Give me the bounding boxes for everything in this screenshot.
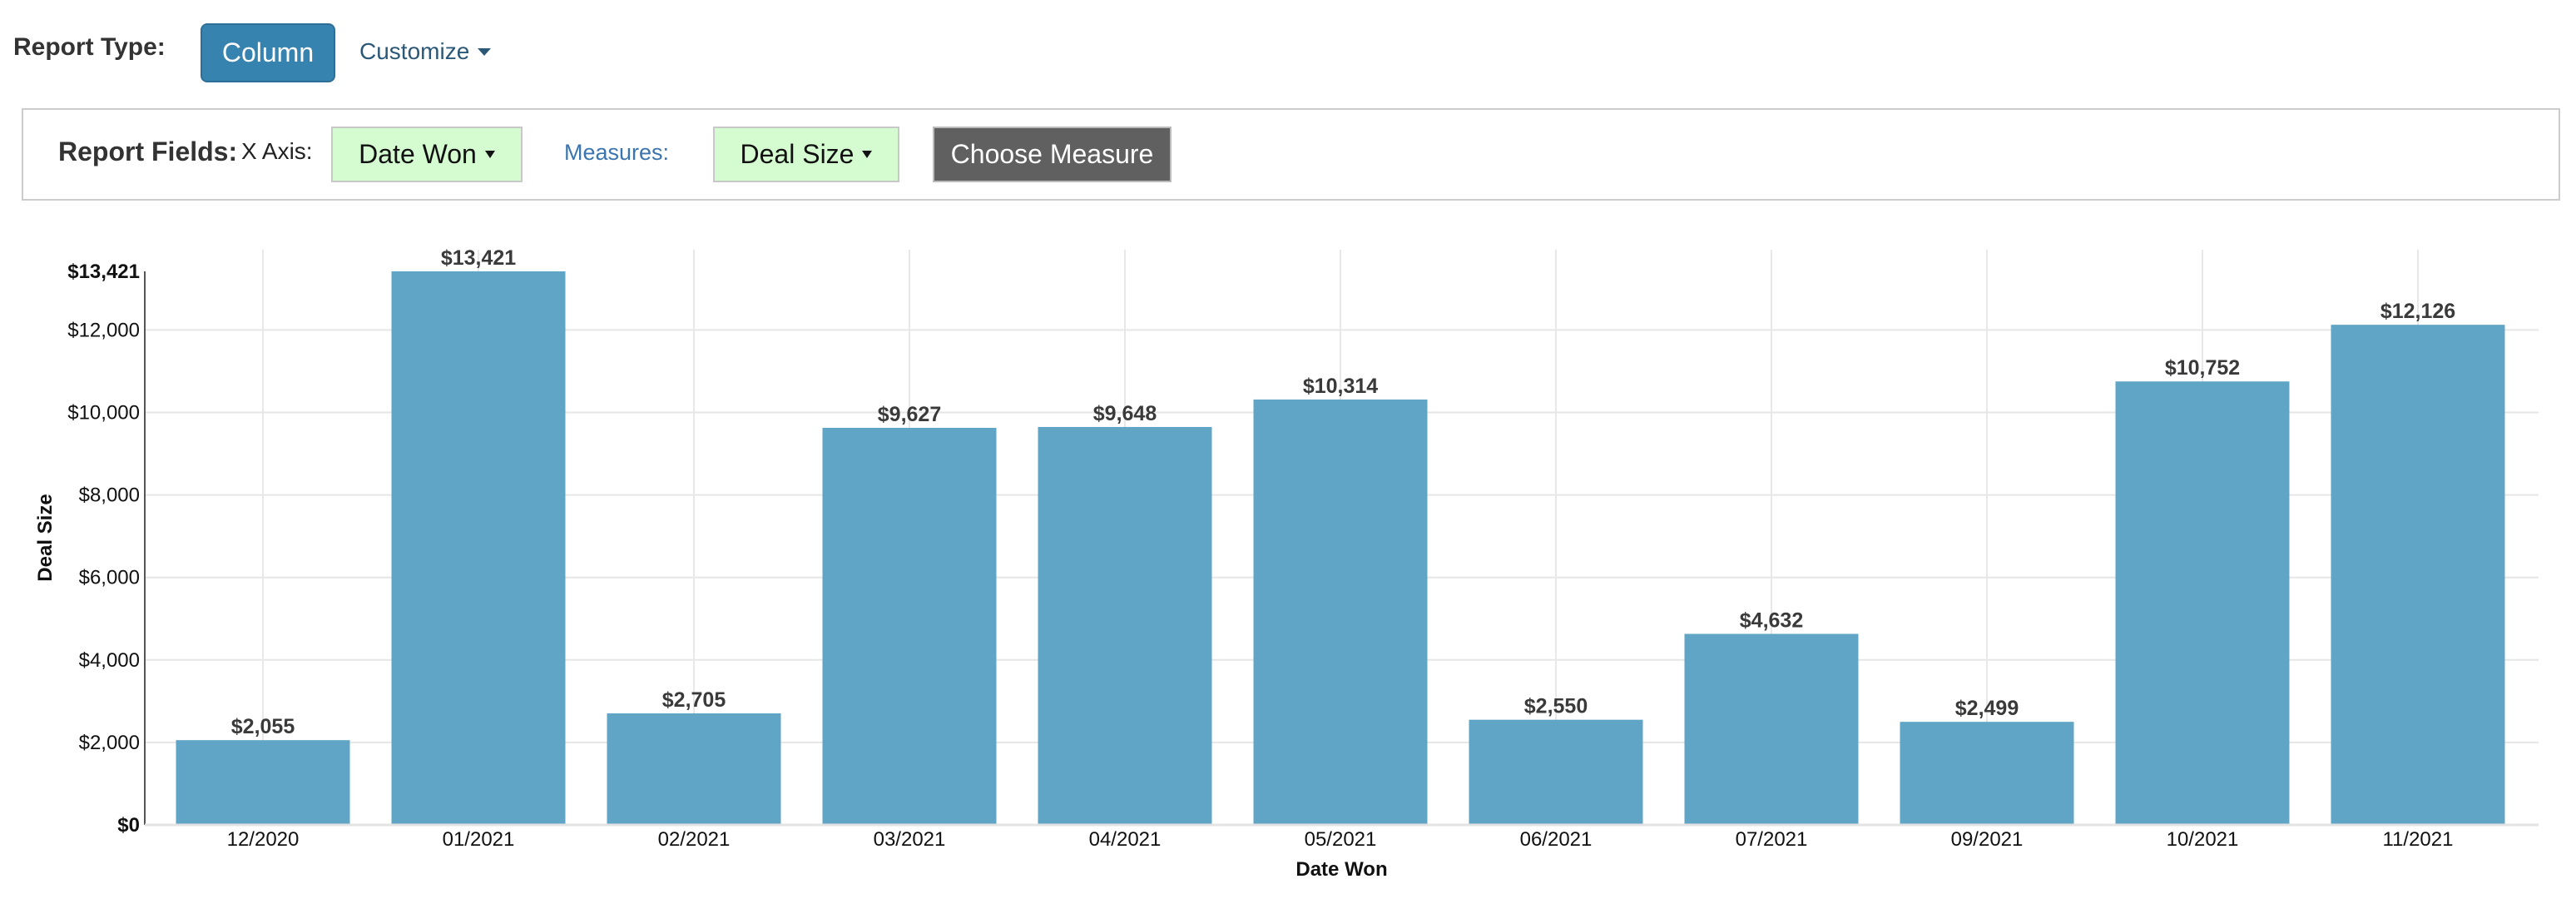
y-tick-label: $10,000: [67, 402, 140, 425]
y-tick-label: $6,000: [79, 567, 140, 589]
y-tick-label: $8,000: [79, 484, 140, 507]
y-tick-label: $13,421: [67, 261, 140, 283]
y-axis-title: Deal Size: [34, 494, 57, 581]
x-tick-label: 10/2021: [2167, 828, 2239, 851]
bar-value-label: $10,752: [2165, 356, 2240, 380]
bar[interactable]: [391, 271, 566, 825]
bar[interactable]: [1038, 426, 1212, 825]
bar[interactable]: [176, 740, 350, 825]
bar-value-label: $2,499: [1955, 697, 2019, 720]
x-tick-label: 12/2020: [227, 828, 300, 851]
bar-value-label: $4,632: [1740, 608, 1803, 632]
x-tick-label: 04/2021: [1089, 828, 1162, 851]
x-axis-title: Date Won: [1295, 858, 1387, 881]
x-tick-label: 02/2021: [658, 828, 731, 851]
bar[interactable]: [2331, 325, 2505, 825]
y-tick-label: $0: [117, 814, 140, 837]
y-tick-label: $12,000: [67, 319, 140, 341]
column-chart: $2,055 $13,421 $2,705 $9,627 $9,648 $10,314 $2…: [34, 246, 2539, 881]
bar-value-label: $10,314: [1303, 375, 1378, 398]
bar-value-label: $9,648: [1093, 402, 1157, 425]
x-tick-label: 11/2021: [2383, 828, 2454, 851]
y-tick-label: $2,000: [79, 732, 140, 754]
bar-value-label: $2,550: [1524, 695, 1588, 718]
bar-value-label: $2,055: [231, 715, 295, 738]
bar[interactable]: [1900, 722, 2074, 825]
bar[interactable]: [1469, 719, 1643, 825]
bar-value-label: $13,421: [441, 246, 516, 270]
bar[interactable]: [822, 427, 997, 825]
bar-value-label: $12,126: [2380, 300, 2455, 323]
x-tick-label: 05/2021: [1305, 828, 1377, 851]
bar[interactable]: [607, 713, 781, 825]
bar-value-label: $9,627: [878, 403, 941, 426]
chart-y-ticks: $0 $2,000 $4,000 $6,000 $8,000 $10,000 $12,000…: [67, 261, 140, 837]
bar[interactable]: [1684, 633, 1859, 825]
y-tick-label: $4,000: [79, 649, 140, 672]
x-tick-label: 06/2021: [1520, 828, 1593, 851]
x-tick-label: 01/2021: [443, 828, 515, 851]
bar[interactable]: [1253, 399, 1428, 825]
x-tick-label: 09/2021: [1951, 828, 2024, 851]
x-tick-label: 07/2021: [1736, 828, 1808, 851]
bar[interactable]: [2115, 381, 2290, 826]
x-tick-label: 03/2021: [874, 828, 946, 851]
chart-x-ticks: 12/2020 01/2021 02/2021 03/2021 04/2021 05/20…: [227, 828, 2454, 851]
bar-value-label: $2,705: [662, 688, 726, 712]
